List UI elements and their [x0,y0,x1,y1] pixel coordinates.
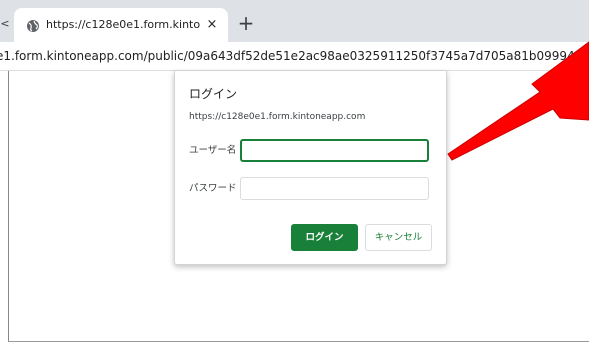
browser-tab[interactable]: https://c128e0e1.form.kintoneapp × [14,8,228,42]
address-url[interactable]: e1.form.kintoneapp.com/public/09a643df52… [0,47,589,65]
tab-strip: < https://c128e0e1.form.kintoneapp × + [0,0,589,42]
dialog-title: ログイン [189,87,238,101]
tab-scroll-left-icon[interactable]: < [0,17,10,31]
tab-title: https://c128e0e1.form.kintoneapp [46,18,200,31]
login-button[interactable]: ログイン [291,224,358,251]
username-input[interactable] [240,139,429,162]
cancel-button[interactable]: キャンセル [365,224,432,251]
new-tab-button[interactable]: + [236,13,256,33]
globe-icon [26,18,40,32]
address-bar[interactable]: e1.form.kintoneapp.com/public/09a643df52… [0,42,589,71]
dialog-url: https://c128e0e1.form.kintoneapp.com [189,112,366,122]
viewport-left-border [8,71,9,342]
password-input[interactable] [240,177,429,200]
username-label: ユーザー名 [189,145,237,156]
close-icon[interactable]: × [204,17,220,33]
login-dialog: ログイン https://c128e0e1.form.kintoneapp.co… [174,71,447,265]
password-label: パスワード [189,183,237,194]
